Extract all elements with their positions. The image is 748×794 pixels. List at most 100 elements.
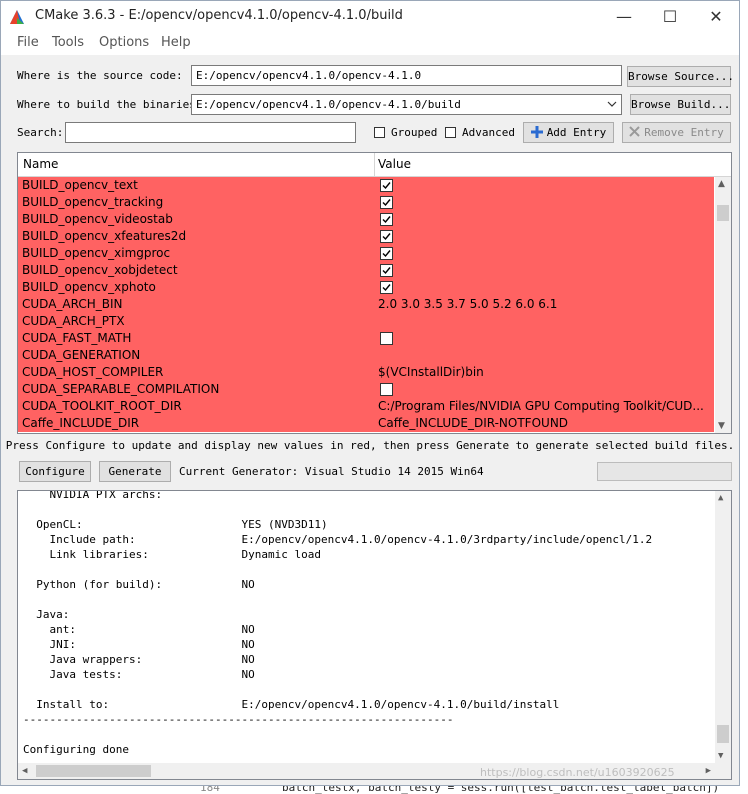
build-path-combobox[interactable]: E:/opencv/opencv4.1.0/opencv-4.1.0/build — [191, 94, 622, 115]
log-line: Install to: E:/opencv/opencv4.1.0/opencv… — [23, 698, 560, 711]
menu-help[interactable]: Help — [161, 35, 191, 50]
table-row[interactable]: CUDA_FAST_MATH — [18, 330, 714, 347]
entry-checkbox[interactable] — [380, 179, 393, 192]
entry-checkbox[interactable] — [380, 196, 393, 209]
column-header-value[interactable]: Value — [378, 157, 411, 171]
log-line: NVIDIA PTX archs: — [23, 490, 163, 501]
entry-name: CUDA_FAST_MATH — [22, 331, 132, 345]
check-icon — [382, 284, 391, 292]
entry-checkbox[interactable] — [380, 332, 393, 345]
table-row[interactable]: BUILD_opencv_xfeatures2d — [18, 228, 714, 245]
table-row[interactable]: BUILD_opencv_text — [18, 177, 714, 194]
chevron-down-icon[interactable] — [607, 100, 617, 108]
source-path-input[interactable]: E:/opencv/opencv4.1.0/opencv-4.1.0 — [191, 65, 622, 86]
remove-entry-button[interactable]: Remove Entry — [622, 122, 731, 143]
entry-checkbox[interactable] — [380, 383, 393, 396]
output-scroll-thumb[interactable] — [717, 725, 729, 743]
entry-checkbox[interactable] — [380, 264, 393, 277]
log-line: Java tests: NO — [23, 668, 255, 681]
menu-bar: File Tools Options Help — [1, 33, 739, 55]
window-title: CMake 3.6.3 - E:/opencv/opencv4.1.0/open… — [35, 8, 403, 23]
generate-button[interactable]: Generate — [99, 461, 171, 482]
output-hscroll-thumb[interactable] — [36, 765, 151, 777]
table-row[interactable]: CUDA_ARCH_PTX — [18, 313, 714, 330]
background-code-line: 184 batch_testx, batch_testy = sess.run(… — [0, 786, 748, 794]
log-line: ant: NO — [23, 623, 255, 636]
plus-icon — [530, 126, 543, 138]
output-scroll-down-icon[interactable]: ▼ — [718, 751, 723, 761]
output-scroll-left-icon[interactable]: ◀ — [22, 766, 27, 776]
check-icon — [382, 250, 391, 258]
output-scroll-right-icon[interactable]: ▶ — [706, 766, 711, 776]
output-log: ▲ ▼ ◀ ▶ NVIDIA PTX archs: OpenCL: YES (N… — [17, 490, 732, 780]
grouped-label: Grouped — [391, 126, 438, 139]
entry-value[interactable]: $(VCInstallDir)bin — [378, 365, 484, 379]
table-scroll-thumb[interactable] — [717, 205, 729, 221]
table-row[interactable]: BUILD_opencv_tracking — [18, 194, 714, 211]
log-line: ----------------------------------------… — [23, 713, 454, 726]
entry-name: Caffe_INCLUDE_DIR — [22, 416, 140, 430]
log-line: Python (for build): NO — [23, 578, 255, 591]
menu-file[interactable]: File — [17, 35, 39, 50]
check-icon — [382, 233, 391, 241]
output-vertical-scrollbar[interactable]: ▲ ▼ — [715, 491, 731, 763]
column-divider[interactable] — [374, 153, 375, 176]
remove-icon — [629, 126, 640, 137]
add-entry-label: Add Entry — [546, 126, 607, 139]
log-line: Java wrappers: NO — [23, 653, 255, 666]
log-line: Java: — [23, 608, 70, 621]
advanced-checkbox[interactable] — [445, 127, 456, 138]
source-label: Where is the source code: — [17, 69, 183, 82]
entry-name: BUILD_opencv_xfeatures2d — [22, 229, 187, 243]
add-entry-button[interactable]: Add Entry — [523, 122, 614, 143]
cmake-app-icon — [10, 10, 24, 24]
close-icon: ✕ — [709, 7, 723, 26]
entry-name: BUILD_opencv_text — [22, 178, 138, 192]
entry-name: CUDA_SEPARABLE_COMPILATION — [22, 382, 220, 396]
table-row[interactable]: CUDA_SEPARABLE_COMPILATION — [18, 381, 714, 398]
table-row[interactable]: BUILD_opencv_ximgproc — [18, 245, 714, 262]
table-row[interactable]: Caffe_INCLUDE_DIR Caffe_INCLUDE_DIR-NOTFO… — [18, 415, 714, 432]
minimize-button[interactable]: — — [601, 1, 647, 32]
maximize-button[interactable]: ☐ — [647, 1, 693, 32]
entry-name: CUDA_HOST_COMPILER — [22, 365, 164, 379]
entry-value[interactable]: C:/Program Files/NVIDIA GPU Computing To… — [378, 399, 704, 413]
table-row[interactable]: CUDA_HOST_COMPILER $(VCInstallDir)bin — [18, 364, 714, 381]
browse-build-button[interactable]: Browse Build... — [630, 94, 731, 115]
menu-tools[interactable]: Tools — [52, 35, 84, 50]
entry-name: CUDA_ARCH_PTX — [22, 314, 125, 328]
table-row[interactable]: BUILD_opencv_xphoto — [18, 279, 714, 296]
entry-name: BUILD_opencv_tracking — [22, 195, 164, 209]
scroll-up-icon[interactable]: ▲ — [718, 179, 725, 189]
check-icon — [382, 182, 391, 190]
entry-name: BUILD_opencv_ximgproc — [22, 246, 171, 260]
table-vertical-scrollbar[interactable]: ▲ ▼ — [715, 177, 731, 433]
table-row[interactable]: CUDA_TOOLKIT_ROOT_DIR C:/Program Files/NV… — [18, 398, 714, 415]
configure-hint: Press Configure to update and display ne… — [5, 439, 735, 452]
table-row[interactable]: CUDA_GENERATION — [18, 347, 714, 364]
cache-table: Name Value BUILD_opencv_text BUILD_opencv… — [17, 152, 732, 434]
menu-options[interactable]: Options — [99, 35, 149, 50]
table-row[interactable]: CUDA_ARCH_BIN 2.0 3.0 3.5 3.7 5.0 5.2 6.0… — [18, 296, 714, 313]
grouped-checkbox[interactable] — [374, 127, 385, 138]
scroll-down-icon[interactable]: ▼ — [718, 421, 725, 431]
entry-value[interactable]: Caffe_INCLUDE_DIR-NOTFOUND — [378, 416, 568, 430]
close-button[interactable]: ✕ — [693, 1, 739, 32]
entry-checkbox[interactable] — [380, 213, 393, 226]
table-row[interactable]: BUILD_opencv_xobjdetect — [18, 262, 714, 279]
cmake-window: CMake 3.6.3 - E:/opencv/opencv4.1.0/open… — [0, 0, 740, 786]
output-scroll-up-icon[interactable]: ▲ — [718, 493, 723, 503]
entry-checkbox[interactable] — [380, 247, 393, 260]
entry-value[interactable]: 2.0 3.0 3.5 3.7 5.0 5.2 6.0 6.1 — [378, 297, 557, 311]
entry-name: CUDA_GENERATION — [22, 348, 141, 362]
entry-checkbox[interactable] — [380, 281, 393, 294]
browse-source-button[interactable]: Browse Source... — [627, 66, 734, 87]
entry-checkbox[interactable] — [380, 230, 393, 243]
entry-name: CUDA_TOOLKIT_ROOT_DIR — [22, 399, 182, 413]
table-rows: BUILD_opencv_text BUILD_opencv_tracking BU… — [18, 177, 714, 432]
search-input[interactable] — [65, 122, 356, 143]
build-path-value: E:/opencv/opencv4.1.0/opencv-4.1.0/build — [196, 98, 461, 111]
column-header-name[interactable]: Name — [23, 157, 58, 171]
configure-button[interactable]: Configure — [19, 461, 91, 482]
table-row[interactable]: BUILD_opencv_videostab — [18, 211, 714, 228]
